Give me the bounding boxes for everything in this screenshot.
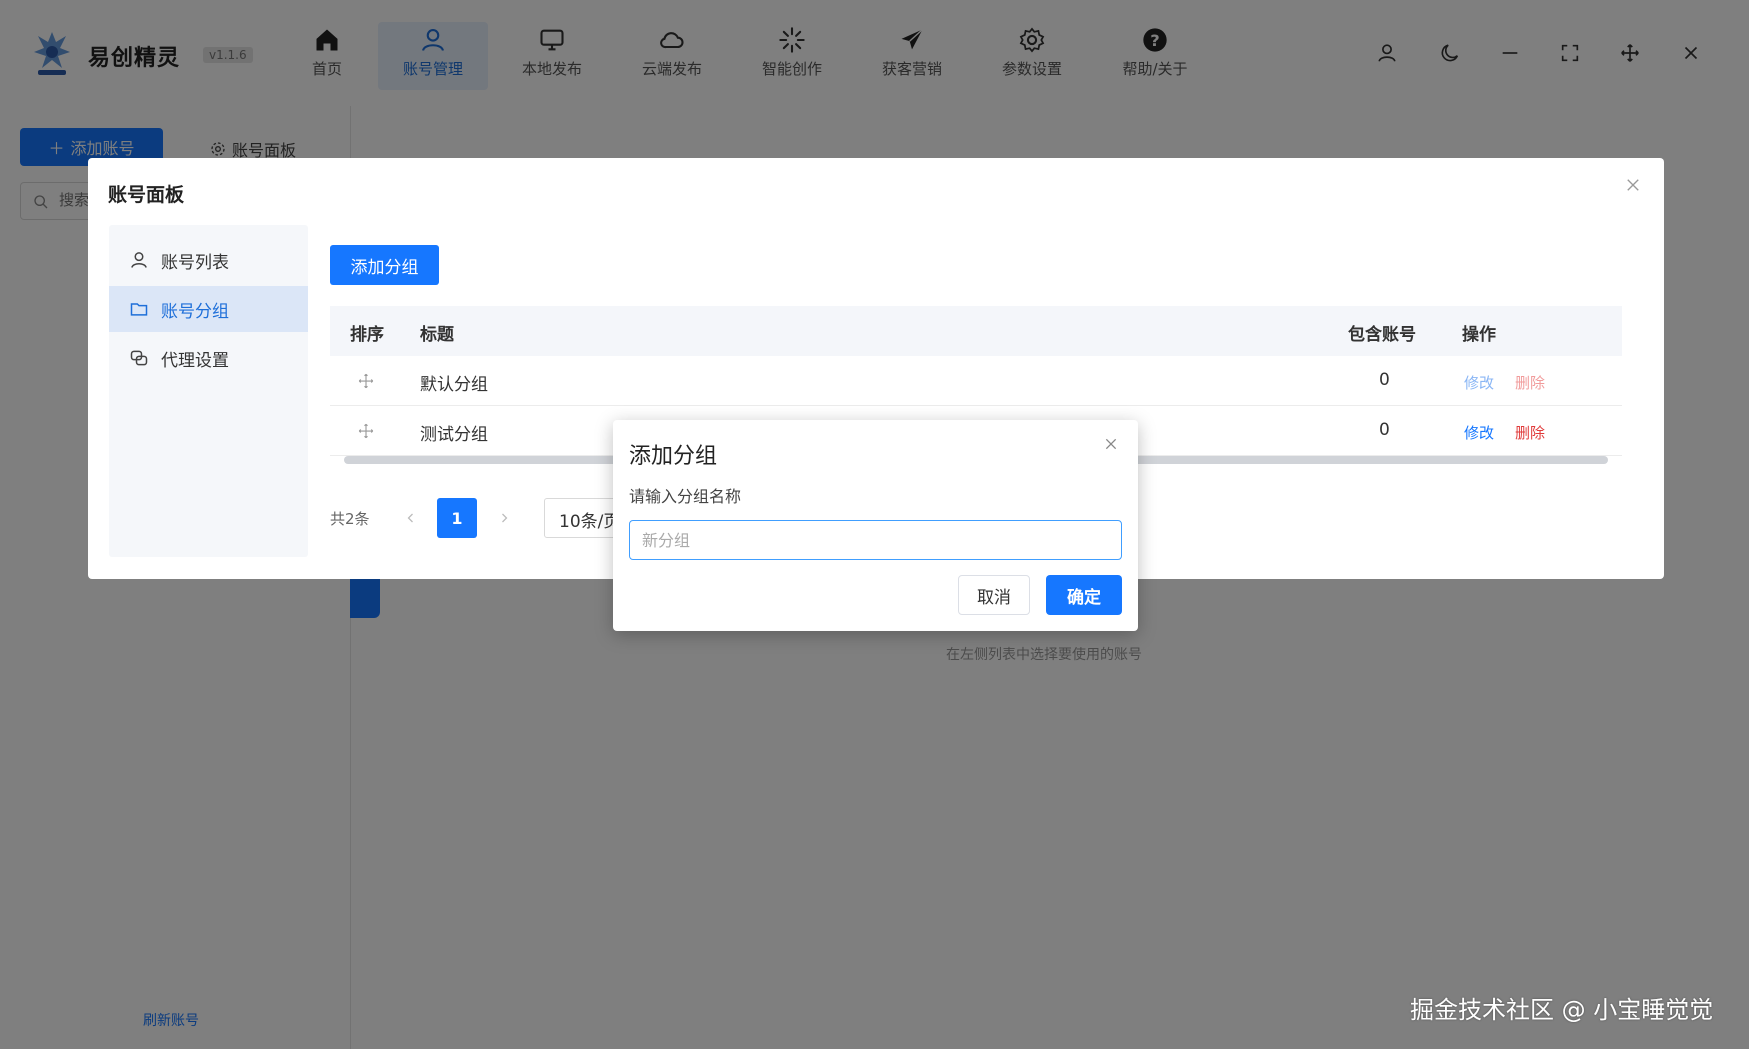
group-name-input[interactable] [629,520,1122,560]
row-count: 0 [1379,370,1390,390]
table-row: 默认分组 0 修改 删除 [330,356,1622,406]
chevron-left-icon [407,513,413,523]
drag-handle-icon[interactable] [357,372,375,390]
col-count: 包含账号 [1348,325,1416,345]
col-title: 标题 [420,325,454,345]
account-panel-title: 账号面板 [108,184,185,206]
row-title: 默认分组 [420,375,488,395]
delete-link[interactable]: 删除 [1515,422,1545,443]
side-item-label: 账号分组 [161,301,229,322]
table-header: 排序 标题 包含账号 操作 [330,306,1622,356]
side-item-label: 代理设置 [161,350,229,371]
col-sort: 排序 [350,325,384,345]
folder-icon [130,303,148,316]
close-icon[interactable] [1624,176,1642,194]
edit-link[interactable]: 修改 [1464,372,1494,393]
panel-side-menu: 账号列表 账号分组 代理设置 [109,225,308,557]
edit-link[interactable]: 修改 [1464,422,1494,443]
row-title: 测试分组 [420,425,488,445]
side-item-account-list[interactable]: 账号列表 [109,237,308,283]
group-name-label: 请输入分组名称 [629,487,742,506]
pager-prev-button[interactable] [393,499,429,537]
chevron-right-icon [502,513,508,523]
pager-page-current[interactable]: 1 [437,498,477,538]
user-icon [131,252,147,268]
drag-handle-icon[interactable] [357,422,375,440]
col-ops: 操作 [1462,325,1496,345]
watermark: 掘金技术社区 @ 小宝睡觉觉 [1410,996,1714,1024]
side-item-label: 账号列表 [161,252,229,273]
add-group-modal: 添加分组 请输入分组名称 取消 确定 [613,420,1138,631]
pager-total: 共2条 [330,510,370,528]
add-group-button[interactable]: 添加分组 [330,245,439,285]
close-icon[interactable] [1103,436,1119,452]
confirm-button[interactable]: 确定 [1046,575,1122,615]
modal-title: 添加分组 [629,444,718,469]
pager-next-button[interactable] [486,499,522,537]
side-item-proxy-settings[interactable]: 代理设置 [109,335,308,381]
row-count: 0 [1379,420,1390,440]
proxy-icon [130,350,148,366]
cancel-button[interactable]: 取消 [958,575,1030,615]
delete-link[interactable]: 删除 [1515,372,1545,393]
side-item-account-group[interactable]: 账号分组 [109,286,308,332]
